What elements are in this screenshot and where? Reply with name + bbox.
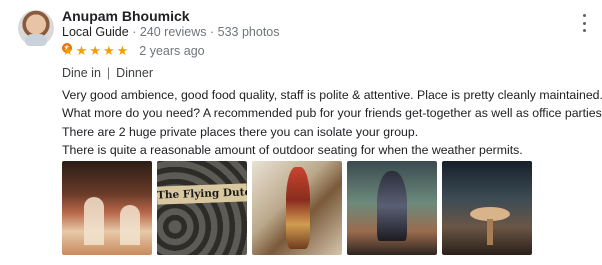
more-vert-icon[interactable] bbox=[580, 14, 588, 32]
reviewer-meta: Local Guide · 240 reviews · 533 photos bbox=[62, 25, 280, 39]
photo-restaurant-entrance[interactable] bbox=[62, 161, 152, 255]
local-guide-label: Local Guide bbox=[62, 25, 129, 39]
review-count: 240 reviews bbox=[139, 25, 207, 39]
review-line: There are 2 huge private places there yo… bbox=[62, 124, 419, 139]
star-icon: ★ bbox=[62, 43, 74, 58]
star-rating: ★ ★ ★ ★ ★ 2 years ago bbox=[62, 43, 205, 59]
reviewer-avatar[interactable]: ★ bbox=[18, 10, 74, 55]
star-icon: ★ bbox=[116, 43, 129, 58]
photo-pirate-statue[interactable] bbox=[347, 161, 437, 255]
photo-count: 533 photos bbox=[217, 25, 280, 39]
tag-separator: | bbox=[106, 66, 111, 80]
avatar-shirt bbox=[25, 34, 47, 46]
review-text: Very good ambience, good food quality, s… bbox=[62, 86, 602, 159]
stars-container: ★ ★ ★ ★ ★ bbox=[62, 44, 128, 58]
tag-service: Dine in bbox=[62, 66, 101, 80]
review-line: There is quite a reasonable amount of ou… bbox=[62, 142, 523, 157]
review-time: 2 years ago bbox=[139, 44, 205, 58]
photo-interior-seating[interactable] bbox=[442, 161, 532, 255]
star-icon: ★ bbox=[89, 43, 101, 58]
meta-separator: · bbox=[128, 25, 140, 39]
photo-sign-text: The Flying Dutchm bbox=[157, 183, 247, 205]
reviewer-name[interactable]: Anupam Bhoumick bbox=[62, 8, 190, 24]
star-icon: ★ bbox=[102, 43, 115, 58]
photo-skull-wall[interactable]: The Flying Dutchm bbox=[157, 161, 247, 255]
review-line: Very good ambience, good food quality, s… bbox=[62, 88, 602, 102]
meta-separator: · bbox=[206, 25, 218, 39]
review-photos: The Flying Dutchm bbox=[62, 161, 532, 255]
photo-mural-figure[interactable] bbox=[252, 161, 342, 255]
review-tags: Dine in | Dinner bbox=[62, 66, 153, 80]
review-line: What more do you need? A recommended pub… bbox=[62, 106, 602, 121]
tag-meal: Dinner bbox=[116, 66, 153, 80]
star-icon: ★ bbox=[75, 43, 88, 58]
